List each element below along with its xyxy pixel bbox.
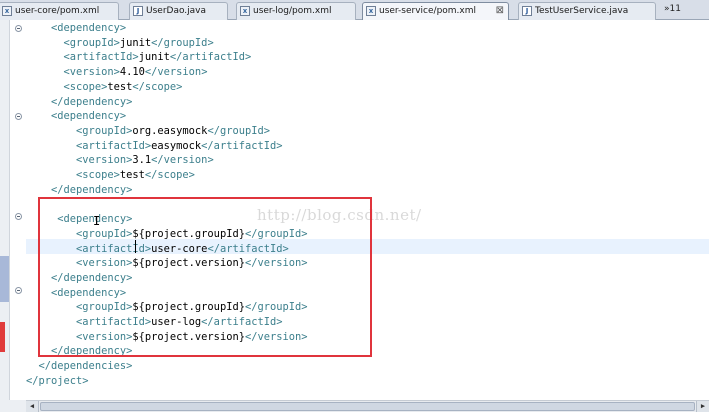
xml-tag: <version> [63, 66, 120, 79]
xml-file-icon: x [240, 6, 250, 16]
tab-overflow-button[interactable]: »11 [664, 4, 681, 14]
fold-collapse-icon[interactable] [15, 213, 22, 220]
tab-label: user-service/pom.xml [379, 6, 477, 16]
code-line[interactable]: </dependency> [26, 95, 132, 110]
code-line[interactable]: </dependency> [26, 183, 132, 198]
tab-user-service-pom[interactable]: x user-service/pom.xml ⊠ [362, 2, 509, 20]
xml-tag: </version> [151, 154, 214, 167]
editor-tab-bar: x user-core/pom.xml J UserDao.java x use… [0, 0, 709, 20]
code-line[interactable]: <groupId>org.easymock</groupId> [26, 124, 270, 139]
editor-corner [0, 400, 26, 412]
code-line[interactable]: </project> [26, 374, 89, 389]
xml-tag: </version> [144, 66, 208, 79]
tab-label: user-core/pom.xml [15, 6, 100, 16]
code-line[interactable]: <scope>test</scope> [26, 168, 195, 183]
code-line[interactable]: <artifactId>junit</artifactId> [26, 50, 252, 65]
scroll-left-arrow-icon[interactable]: ◀ [26, 401, 39, 412]
code-line[interactable]: <dependency> [26, 21, 126, 36]
xml-tag: <groupId> [63, 36, 120, 49]
code-line[interactable]: </dependencies> [26, 359, 133, 374]
code-line[interactable]: <version>3.1</version> [26, 153, 214, 168]
xml-tag: </artifactId> [169, 51, 252, 64]
xml-tag: </project> [26, 374, 89, 387]
code-line[interactable]: <dependency> [26, 109, 126, 124]
xml-text: test [119, 169, 145, 181]
xml-tag: </scope> [132, 80, 183, 93]
xml-tag: <scope> [76, 169, 120, 181]
close-tab-icon[interactable]: ⊠ [496, 3, 504, 19]
tab-label: user-log/pom.xml [253, 6, 332, 16]
folding-gutter [10, 20, 24, 400]
xml-tag: </artifactId> [201, 139, 283, 152]
xml-tag: </groupId> [207, 124, 270, 137]
xml-tag: <artifactId> [76, 139, 152, 152]
tab-testuserservice-java[interactable]: J TestUserService.java [518, 2, 656, 20]
xml-tag: </scope> [144, 169, 195, 181]
xml-tag: </dependency> [51, 95, 133, 108]
xml-tag: <dependency> [51, 110, 127, 123]
code-line[interactable]: <artifactId>easymock</artifactId> [26, 139, 283, 154]
code-line[interactable]: <scope>test</scope> [26, 80, 183, 95]
xml-tag: <scope> [63, 80, 108, 93]
xml-text: test [107, 80, 133, 93]
xml-file-icon: x [366, 6, 376, 16]
tab-user-core-pom[interactable]: x user-core/pom.xml [0, 2, 119, 20]
overview-ruler[interactable] [0, 20, 10, 400]
xml-tag: <artifactId> [63, 51, 139, 64]
xml-text: 3.1 [132, 154, 152, 167]
tab-user-log-pom[interactable]: x user-log/pom.xml [236, 2, 356, 20]
scroll-right-arrow-icon[interactable]: ▶ [696, 401, 709, 412]
tab-userdao-java[interactable]: J UserDao.java [129, 2, 228, 20]
fold-collapse-icon[interactable] [15, 113, 22, 120]
java-file-icon: J [133, 6, 143, 16]
xml-tag: </dependency> [51, 183, 133, 196]
xml-text: easymock [151, 139, 202, 152]
java-file-icon: J [522, 6, 532, 16]
xml-tag: </groupId> [151, 36, 214, 49]
xml-tag: <dependency> [51, 22, 127, 34]
tab-label: TestUserService.java [535, 6, 629, 16]
xml-tag: </dependencies> [38, 360, 133, 373]
xml-file-icon: x [2, 6, 12, 16]
scrollbar-thumb[interactable] [40, 402, 695, 411]
xml-text: junit [138, 51, 170, 64]
code-line[interactable]: <version>4.10</version> [26, 65, 208, 80]
xml-tag: <groupId> [76, 124, 133, 137]
ruler-selection-marker [0, 256, 9, 302]
highlight-annotation-box [38, 197, 372, 357]
xml-text: junit [119, 36, 152, 49]
xml-text: org.easymock [132, 124, 208, 137]
fold-collapse-icon[interactable] [15, 25, 22, 32]
fold-collapse-icon[interactable] [15, 287, 22, 294]
xml-tag: <version> [76, 154, 133, 167]
code-line[interactable]: <groupId>junit</groupId> [26, 36, 214, 51]
horizontal-scrollbar[interactable]: ◀ ▶ [26, 400, 709, 412]
ruler-change-marker [0, 322, 5, 352]
tab-label: UserDao.java [146, 6, 207, 16]
xml-text: 4.10 [119, 66, 145, 79]
